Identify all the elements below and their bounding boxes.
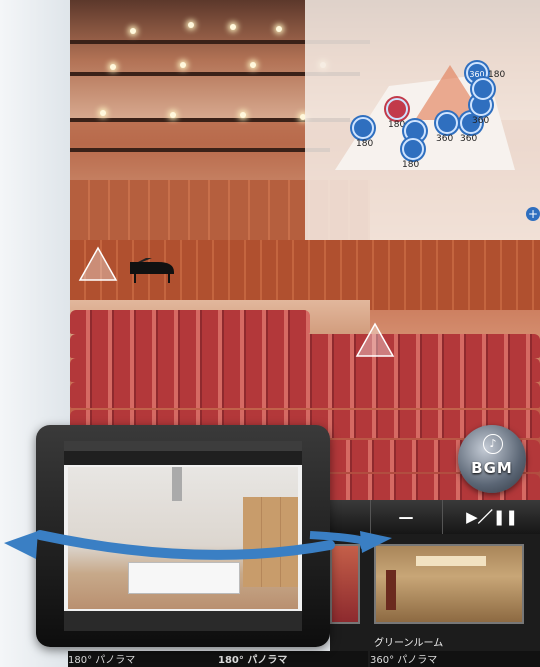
stage-light bbox=[230, 24, 236, 30]
hotspot-label: 360 bbox=[472, 116, 490, 126]
hotspot-label: 360 bbox=[460, 134, 478, 144]
tablet-browser-bar bbox=[64, 441, 302, 451]
tablet-footer bbox=[64, 611, 302, 631]
lighting-truss bbox=[70, 148, 330, 152]
stage-light bbox=[100, 110, 106, 116]
hotspot-label: 360 bbox=[436, 134, 454, 144]
hotspot-360-icon[interactable] bbox=[436, 112, 458, 134]
stage-light bbox=[130, 28, 136, 34]
tablet-page-header bbox=[64, 451, 302, 465]
seat-row bbox=[70, 334, 540, 358]
caption-active: 180° パノラマ bbox=[218, 651, 368, 667]
seat-row bbox=[70, 310, 310, 334]
thumbnail-name: グリーンルーム bbox=[374, 638, 444, 649]
stage-light bbox=[240, 112, 246, 118]
thumbnail-image bbox=[330, 544, 360, 624]
grand-piano-icon bbox=[130, 258, 174, 283]
play-pause-button[interactable]: ▶／❚❚ bbox=[442, 500, 540, 534]
caption: 360° パノラマ bbox=[370, 651, 540, 667]
playback-controls: — ▶／❚❚ bbox=[330, 500, 540, 534]
tablet-device bbox=[36, 425, 330, 647]
hotspot-label: 180 bbox=[488, 70, 506, 80]
kitchen-panorama bbox=[68, 467, 298, 609]
hotspot-180-icon[interactable] bbox=[386, 98, 408, 120]
thumbnail-hall[interactable] bbox=[330, 544, 360, 652]
stage-light bbox=[110, 64, 116, 70]
thumbnail-strip: グリーンルーム bbox=[330, 534, 540, 667]
seat-row bbox=[70, 382, 540, 408]
music-note-icon: ♪ bbox=[483, 434, 503, 454]
navigation-arrow-icon[interactable] bbox=[355, 322, 395, 358]
stage-light bbox=[276, 26, 282, 32]
hotspot-180-icon[interactable] bbox=[472, 78, 494, 100]
bgm-button[interactable]: ♪ BGM bbox=[458, 425, 526, 493]
navigation-arrow-icon[interactable] bbox=[78, 246, 118, 282]
kitchen-island bbox=[128, 562, 240, 594]
minus-button[interactable]: — bbox=[370, 500, 441, 534]
caption: 180° パノラマ bbox=[68, 651, 218, 667]
bgm-label: BGM bbox=[471, 459, 513, 477]
hotspot-180-icon[interactable] bbox=[402, 138, 424, 160]
tablet-screen bbox=[64, 441, 302, 631]
thumbnail-image bbox=[374, 544, 524, 624]
shelf-unit bbox=[243, 497, 298, 587]
seat-row bbox=[70, 358, 540, 382]
range-hood bbox=[172, 467, 182, 501]
hotspot-label: 180 bbox=[402, 160, 420, 170]
hotspot-label: 180 bbox=[388, 120, 406, 130]
stage-light bbox=[188, 22, 194, 28]
stage-light bbox=[170, 112, 176, 118]
stage-light bbox=[250, 62, 256, 68]
hotspot-180-icon[interactable] bbox=[352, 117, 374, 139]
stage-light bbox=[180, 62, 186, 68]
map-zoom-button[interactable]: + bbox=[526, 207, 540, 221]
hotspot-label: 180 bbox=[356, 139, 374, 149]
